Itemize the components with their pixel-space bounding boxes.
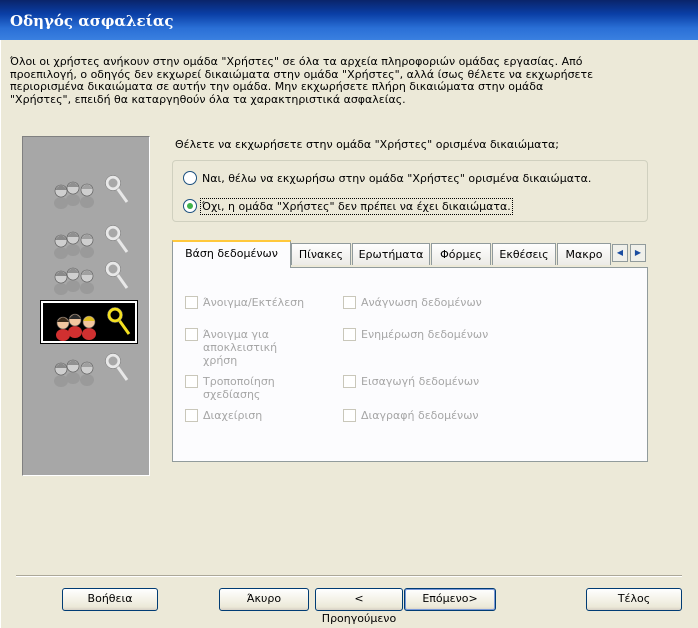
window-title: Οδηγός ασφαλείας: [0, 0, 698, 40]
perm-label: Διαχείριση: [203, 409, 263, 422]
object-tabs: Βάση δεδομένων Πίνακες Ερωτήματα Φόρμες …: [172, 240, 648, 462]
perm-modify-design[interactable]: Τροποποίηση σχεδίασης: [185, 375, 325, 401]
perm-label: Ανάγνωση δεδομένων: [361, 296, 482, 309]
perm-label: Άνοιγμα για αποκλειστική χρήση: [203, 328, 278, 367]
perm-administer[interactable]: Διαχείριση: [185, 409, 325, 422]
step-users-key-icon: [41, 171, 133, 211]
help-button[interactable]: Βοήθεια: [62, 588, 158, 611]
perm-label: Άνοιγμα/Εκτέλεση: [203, 296, 305, 309]
step-users-key-icon: [41, 221, 133, 261]
tab-database[interactable]: Βάση δεδομένων: [172, 240, 291, 268]
radio-no[interactable]: Όχι, η ομάδα "Χρήστες" δεν πρέπει να έχε…: [183, 197, 513, 215]
perm-insert-data[interactable]: Εισαγωγή δεδομένων: [343, 375, 543, 388]
perm-open-exclusive[interactable]: Άνοιγμα για αποκλειστική χρήση: [185, 328, 325, 367]
perm-delete-data[interactable]: Διαγραφή δεδομένων: [343, 409, 543, 422]
back-button[interactable]: < Προηγούμενο: [315, 588, 403, 625]
radio-no-label: Όχι, η ομάδα "Χρήστες" δεν πρέπει να έχε…: [200, 197, 513, 215]
radio-yes[interactable]: Ναι, θέλω να εκχωρήσω στην ομάδα "Χρήστε…: [183, 171, 591, 185]
radio-yes-label: Ναι, θέλω να εκχωρήσω στην ομάδα "Χρήστε…: [202, 171, 592, 185]
checkbox[interactable]: [185, 296, 198, 309]
tab-queries[interactable]: Ερωτήματα: [352, 243, 430, 265]
wizard-step-panel: [22, 136, 150, 476]
checkbox[interactable]: [343, 409, 356, 422]
checkbox[interactable]: [185, 328, 198, 341]
tab-macros[interactable]: Μακρο: [557, 243, 611, 265]
radio-yes-dot[interactable]: [183, 171, 197, 185]
tab-tables[interactable]: Πίνακες: [291, 243, 351, 265]
perm-update-data[interactable]: Ενημέρωση δεδομένων: [343, 328, 543, 341]
tab-scroll-buttons: ◀ ▶: [612, 244, 646, 262]
perm-label: Εισαγωγή δεδομένων: [361, 375, 480, 388]
tab-strip: Βάση δεδομένων Πίνακες Ερωτήματα Φόρμες …: [172, 240, 648, 268]
checkbox[interactable]: [343, 296, 356, 309]
checkbox[interactable]: [185, 375, 198, 388]
tab-reports[interactable]: Εκθέσεις: [492, 243, 556, 265]
step-users-key-icon-active: [40, 300, 138, 344]
tab-page-database: Άνοιγμα/Εκτέλεση Άνοιγμα για αποκλειστικ…: [172, 267, 648, 462]
intro-text: Όλοι οι χρήστες ανήκουν στην ομάδα "Χρήσ…: [10, 55, 680, 106]
radio-no-dot[interactable]: [183, 199, 197, 213]
question-label: Θέλετε να εκχωρήσετε στην ομάδα "Χρήστες…: [175, 138, 559, 151]
checkbox[interactable]: [343, 328, 356, 341]
cancel-button[interactable]: Άκυρο: [219, 588, 309, 611]
step-users-key-icon: [41, 257, 133, 297]
checkbox[interactable]: [185, 409, 198, 422]
perm-label: Διαγραφή δεδομένων: [361, 409, 479, 422]
perm-label: Τροποποίηση σχεδίασης: [203, 375, 275, 401]
step-users-key-icon: [41, 349, 133, 389]
perm-read-data[interactable]: Ανάγνωση δεδομένων: [343, 296, 543, 309]
finish-button[interactable]: Τέλος: [586, 588, 682, 611]
next-button[interactable]: Επόμενο>: [404, 588, 496, 611]
tab-scroll-left-icon[interactable]: ◀: [612, 244, 628, 262]
footer-separator: [16, 575, 682, 577]
intro-line: "Χρήστες", επειδή θα καταργηθούν όλα τα …: [10, 92, 406, 106]
perm-label: Ενημέρωση δεδομένων: [361, 328, 489, 341]
perm-open-run[interactable]: Άνοιγμα/Εκτέλεση: [185, 296, 335, 309]
checkbox[interactable]: [343, 375, 356, 388]
tab-scroll-right-icon[interactable]: ▶: [630, 244, 646, 262]
intro-line: περιορισμένα δικαιώματα σε αυτήν την ομά…: [10, 80, 544, 93]
intro-line: Όλοι οι χρήστες ανήκουν στην ομάδα "Χρήσ…: [10, 55, 583, 68]
options-group: Ναι, θέλω να εκχωρήσω στην ομάδα "Χρήστε…: [172, 160, 648, 222]
tab-forms[interactable]: Φόρμες: [431, 243, 491, 265]
